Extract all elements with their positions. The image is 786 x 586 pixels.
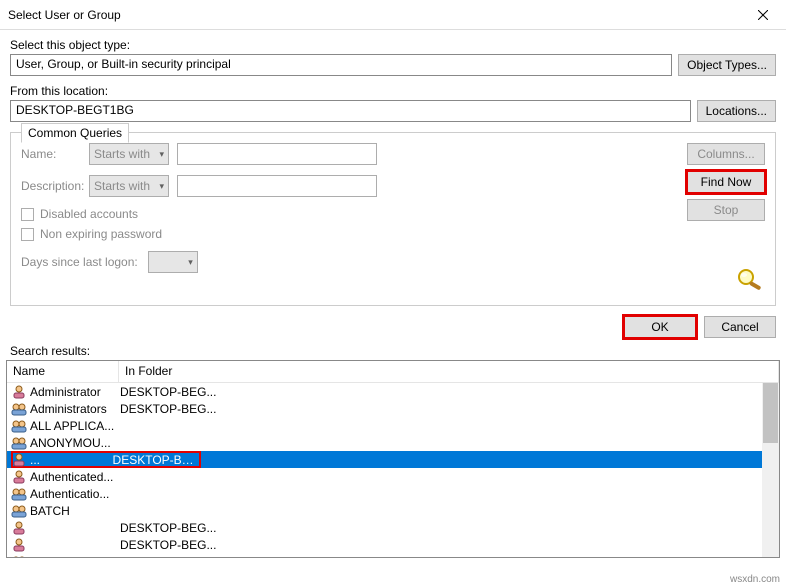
chevron-down-icon: ▾ <box>188 257 193 268</box>
user-icon <box>11 521 27 535</box>
result-name: ALL APPLICA... <box>30 419 120 433</box>
days-since-label: Days since last logon: <box>21 255 138 269</box>
common-queries-group: Common Queries Name: Starts with ▾ Descr… <box>10 132 776 306</box>
search-results-label: Search results: <box>10 344 786 358</box>
result-name: Administrator <box>30 385 120 399</box>
group-icon <box>11 487 27 501</box>
description-label: Description: <box>21 179 81 193</box>
result-name: BATCH <box>30 504 120 518</box>
name-label: Name: <box>21 147 81 161</box>
scrollbar[interactable] <box>762 383 779 557</box>
group-icon <box>11 402 27 416</box>
locations-button[interactable]: Locations... <box>697 100 776 122</box>
result-row[interactable]: Authenticatio... <box>7 485 779 502</box>
description-match-value: Starts with <box>94 179 150 193</box>
cancel-button[interactable]: Cancel <box>704 316 776 338</box>
result-row[interactable]: DESKTOP-BEG... <box>7 519 779 536</box>
chevron-down-icon: ▾ <box>159 181 164 192</box>
result-row[interactable]: AdministratorsDESKTOP-BEG... <box>7 400 779 417</box>
user-icon <box>11 385 27 399</box>
result-name: ANONYMOU... <box>30 436 120 450</box>
user-icon <box>11 453 27 467</box>
search-results: Name In Folder AdministratorDESKTOP-BEG.… <box>6 360 780 558</box>
non-expiring-checkbox[interactable] <box>21 228 34 241</box>
dialog-content: Select this object type: User, Group, or… <box>0 30 786 306</box>
scrollbar-thumb[interactable] <box>763 383 778 443</box>
user-icon <box>11 538 27 552</box>
description-input[interactable] <box>177 175 377 197</box>
close-button[interactable] <box>740 0 786 30</box>
result-row[interactable]: AdministratorDESKTOP-BEG... <box>7 383 779 400</box>
result-row[interactable]: ...DESKTOP-BEG... <box>7 451 779 468</box>
common-queries-legend: Common Queries <box>21 123 129 143</box>
disabled-accounts-label: Disabled accounts <box>40 207 138 221</box>
name-match-combo[interactable]: Starts with ▾ <box>89 143 169 165</box>
window-title: Select User or Group <box>8 8 121 22</box>
result-row[interactable]: ANONYMOU... <box>7 434 779 451</box>
titlebar: Select User or Group <box>0 0 786 30</box>
result-name: CONSOLE L... <box>30 555 120 558</box>
name-input[interactable] <box>177 143 377 165</box>
result-row[interactable]: Authenticated... <box>7 468 779 485</box>
result-folder: DESKTOP-BEG... <box>120 521 216 535</box>
group-icon <box>11 419 27 433</box>
description-match-combo[interactable]: Starts with ▾ <box>89 175 169 197</box>
group-icon <box>11 555 27 558</box>
results-header: Name In Folder <box>7 361 779 383</box>
watermark: wsxdn.com <box>730 574 780 585</box>
result-name: ... <box>30 453 113 467</box>
result-row[interactable]: ALL APPLICA... <box>7 417 779 434</box>
result-row[interactable]: BATCH <box>7 502 779 519</box>
result-folder: DESKTOP-BEG... <box>113 453 201 467</box>
result-name: Administrators <box>30 402 120 416</box>
group-icon <box>11 504 27 518</box>
columns-button[interactable]: Columns... <box>687 143 765 165</box>
col-folder[interactable]: In Folder <box>119 361 779 382</box>
close-icon <box>758 10 768 20</box>
object-types-button[interactable]: Object Types... <box>678 54 776 76</box>
name-match-value: Starts with <box>94 147 150 161</box>
disabled-accounts-checkbox[interactable] <box>21 208 34 221</box>
group-icon <box>11 436 27 450</box>
dialog-actions: OK Cancel <box>0 306 786 344</box>
user-icon <box>11 470 27 484</box>
object-type-label: Select this object type: <box>10 38 776 52</box>
search-icon <box>735 267 765 291</box>
from-location-label: From this location: <box>10 84 776 98</box>
result-name: Authenticatio... <box>30 487 120 501</box>
days-since-combo[interactable]: ▾ <box>148 251 198 273</box>
result-folder: DESKTOP-BEG... <box>120 538 216 552</box>
stop-button[interactable]: Stop <box>687 199 765 221</box>
result-name: Authenticated... <box>30 470 120 484</box>
result-row[interactable]: DESKTOP-BEG... <box>7 536 779 553</box>
object-type-field[interactable]: User, Group, or Built-in security princi… <box>10 54 672 76</box>
results-list[interactable]: AdministratorDESKTOP-BEG...Administrator… <box>7 383 779 557</box>
from-location-field[interactable]: DESKTOP-BEGT1BG <box>10 100 691 122</box>
result-row[interactable]: CONSOLE L... <box>7 553 779 557</box>
non-expiring-label: Non expiring password <box>40 227 162 241</box>
result-folder: DESKTOP-BEG... <box>120 402 216 416</box>
col-name[interactable]: Name <box>7 361 119 382</box>
ok-button[interactable]: OK <box>624 316 696 338</box>
result-folder: DESKTOP-BEG... <box>120 385 216 399</box>
chevron-down-icon: ▾ <box>159 149 164 160</box>
find-now-button[interactable]: Find Now <box>687 171 765 193</box>
